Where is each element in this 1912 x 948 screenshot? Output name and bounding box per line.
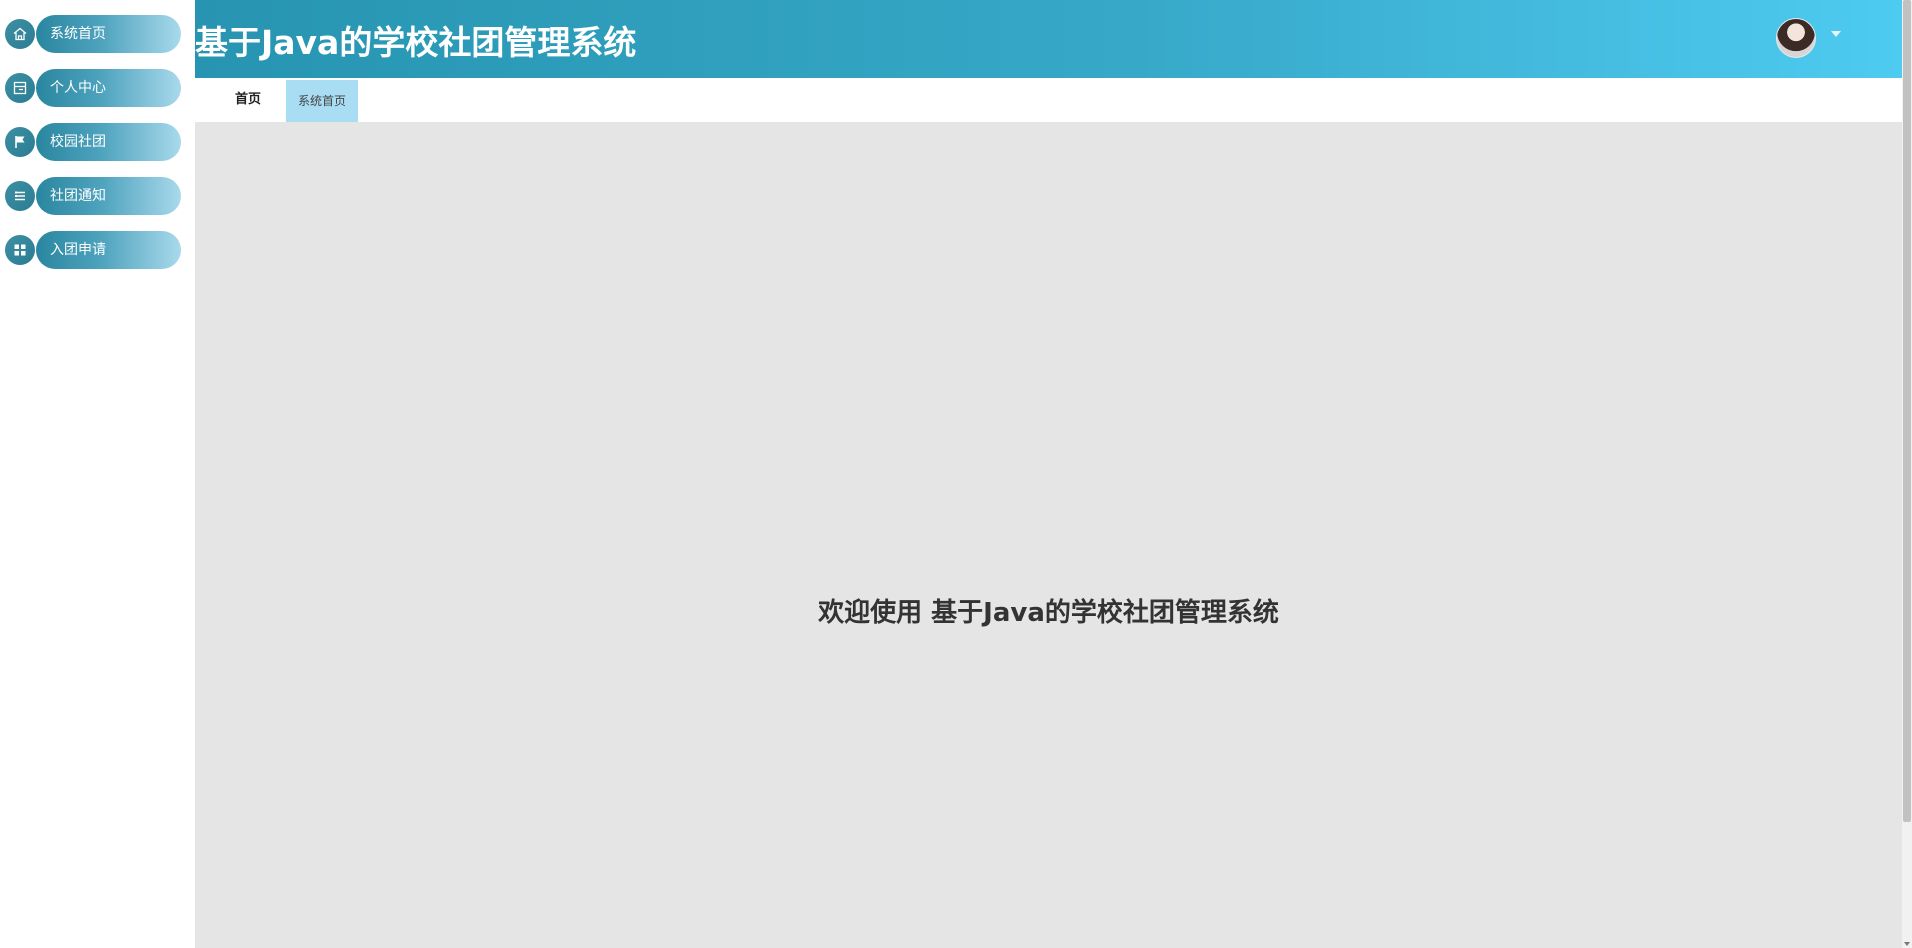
- flag-icon: [5, 127, 35, 157]
- home-icon: [5, 19, 35, 49]
- vertical-scrollbar[interactable]: [1902, 0, 1912, 948]
- app-title: 基于Java的学校社团管理系统: [195, 23, 637, 62]
- sidebar-item-label: 校园社团: [36, 123, 181, 161]
- sidebar: 系统首页 个人中心 校园社团 社团通知 入团申请: [0, 0, 195, 948]
- top-header: 基于Java的学校社团管理系统: [195, 0, 1902, 78]
- sidebar-item-label: 入团申请: [36, 231, 181, 269]
- sidebar-item-home[interactable]: 系统首页: [5, 15, 181, 53]
- scroll-down-icon[interactable]: [1904, 942, 1910, 946]
- chevron-down-icon[interactable]: [1831, 31, 1841, 37]
- sidebar-item-notices[interactable]: 社团通知: [5, 177, 181, 215]
- sidebar-item-applications[interactable]: 入团申请: [5, 231, 181, 269]
- scrollbar-thumb[interactable]: [1903, 0, 1911, 822]
- tabs-bar: 首页 系统首页: [195, 78, 1902, 122]
- sidebar-item-label: 个人中心: [36, 69, 181, 107]
- profile-card-icon: [5, 73, 35, 103]
- sidebar-item-label: 系统首页: [36, 15, 181, 53]
- main-content: 欢迎使用 基于Java的学校社团管理系统: [195, 122, 1902, 948]
- sidebar-item-clubs[interactable]: 校园社团: [5, 123, 181, 161]
- welcome-message: 欢迎使用 基于Java的学校社团管理系统: [818, 598, 1279, 628]
- sidebar-item-label: 社团通知: [36, 177, 181, 215]
- tab-system-home[interactable]: 系统首页: [286, 80, 358, 122]
- breadcrumb[interactable]: 首页: [235, 78, 261, 122]
- list-icon: [5, 181, 35, 211]
- avatar[interactable]: [1776, 18, 1816, 58]
- grid-icon: [5, 235, 35, 265]
- sidebar-item-profile[interactable]: 个人中心: [5, 69, 181, 107]
